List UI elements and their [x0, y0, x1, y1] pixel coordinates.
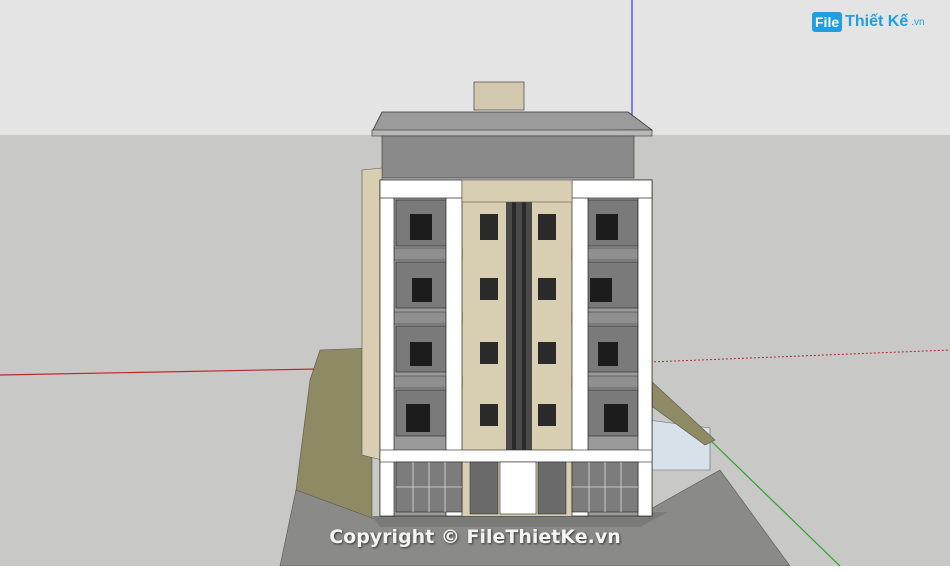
- left-side-wall: [361, 167, 383, 461]
- logo-badge: File: [812, 12, 843, 32]
- top-beige-band: [461, 179, 573, 203]
- ground-floor-band: [379, 449, 653, 463]
- filethietke-logo[interactable]: File Thiết Kế .vn: [812, 12, 925, 32]
- roof-tank: [473, 81, 525, 111]
- stair-detail-2: [522, 200, 526, 456]
- logo-suffix: .vn: [911, 16, 925, 28]
- copyright-watermark: Copyright © FileThietKe.vn: [329, 526, 621, 548]
- roof: [371, 111, 654, 133]
- logo-name: Thiết Kế: [845, 13, 909, 30]
- top-parapet-right: [571, 179, 653, 199]
- top-parapet: [379, 179, 463, 199]
- entrance-side-left: [469, 461, 499, 515]
- entrance-side-right: [537, 461, 567, 515]
- sketchup-viewport[interactable]: [0, 0, 950, 567]
- stair-detail-1: [512, 200, 516, 456]
- roof-fascia: [371, 129, 653, 137]
- central-stair-strip: [506, 198, 532, 458]
- attic-wall: [381, 135, 635, 179]
- entrance-door: [499, 461, 537, 515]
